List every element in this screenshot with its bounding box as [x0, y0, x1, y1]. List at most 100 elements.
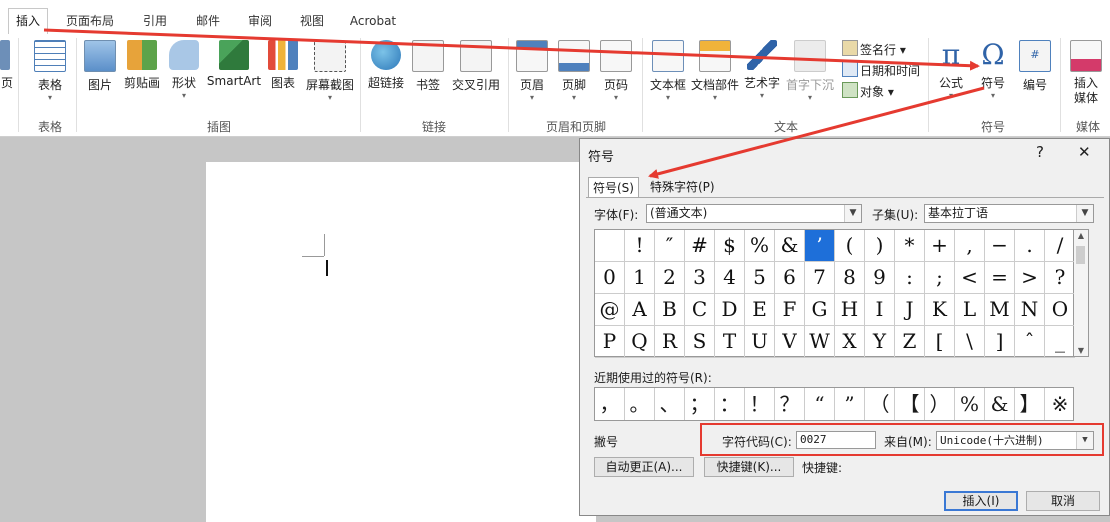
symbol-cell[interactable]: /: [1045, 230, 1075, 262]
symbol-cell[interactable]: [: [925, 326, 955, 358]
symbol-cell[interactable]: S: [685, 326, 715, 358]
date-time-button[interactable]: 日期和时间: [842, 61, 920, 81]
symbol-cell[interactable]: ,: [955, 230, 985, 262]
symbol-cell[interactable]: @: [595, 294, 625, 326]
symbol-cell[interactable]: >: [1015, 262, 1045, 294]
help-icon[interactable]: ?: [1036, 143, 1044, 161]
recent-symbol-cell[interactable]: %: [955, 388, 985, 420]
tab-view[interactable]: 视图: [292, 9, 332, 33]
picture-button[interactable]: 图片: [84, 40, 116, 93]
symbol-cell[interactable]: R: [655, 326, 685, 358]
symbol-cell[interactable]: &: [775, 230, 805, 262]
recent-symbol-cell[interactable]: ？: [775, 388, 805, 420]
symbol-cell[interactable]: X: [835, 326, 865, 358]
symbol-cell[interactable]: M: [985, 294, 1015, 326]
tab-references[interactable]: 引用: [135, 9, 175, 33]
symbol-cell[interactable]: 4: [715, 262, 745, 294]
symbol-cell[interactable]: 1: [625, 262, 655, 294]
insert-media-button[interactable]: 插入媒体: [1066, 40, 1106, 106]
recent-symbol-cell[interactable]: ；: [685, 388, 715, 420]
screenshot-button[interactable]: 屏幕截图 ▾: [304, 40, 356, 103]
chart-button[interactable]: 图表: [268, 40, 298, 91]
symbol-cell[interactable]: I: [865, 294, 895, 326]
recent-symbol-cell[interactable]: &: [985, 388, 1015, 420]
symbol-cell[interactable]: O: [1045, 294, 1075, 326]
clipart-button[interactable]: 剪贴画: [122, 40, 162, 91]
recent-symbol-cell[interactable]: ※: [1045, 388, 1075, 420]
symbol-cell[interactable]: :: [895, 262, 925, 294]
symbol-cell[interactable]: H: [835, 294, 865, 326]
scroll-thumb[interactable]: [1076, 246, 1085, 264]
numbering-button[interactable]: # 编号: [1018, 40, 1052, 93]
symbol-cell[interactable]: _: [1045, 326, 1075, 358]
symbol-cell[interactable]: A: [625, 294, 655, 326]
symbol-cell[interactable]: 2: [655, 262, 685, 294]
symbol-cell[interactable]: (: [835, 230, 865, 262]
symbol-cell[interactable]: *: [895, 230, 925, 262]
symbol-cell[interactable]: ): [865, 230, 895, 262]
recent-symbol-cell[interactable]: ”: [835, 388, 865, 420]
tab-acrobat[interactable]: Acrobat: [345, 9, 401, 33]
symbol-cell[interactable]: \: [955, 326, 985, 358]
subset-select[interactable]: 基本拉丁语 ▼: [924, 204, 1094, 223]
recent-symbol-cell[interactable]: ：: [715, 388, 745, 420]
tab-symbols[interactable]: 符号(S): [588, 177, 639, 198]
smartart-button[interactable]: SmartArt: [206, 40, 262, 88]
document-page[interactable]: [206, 162, 596, 522]
footer-button[interactable]: 页脚 ▾: [558, 40, 590, 103]
symbol-cell[interactable]: $: [715, 230, 745, 262]
font-select[interactable]: (普通文本) ▼: [646, 204, 862, 223]
symbol-cell[interactable]: Q: [625, 326, 655, 358]
symbol-cell[interactable]: 9: [865, 262, 895, 294]
symbol-cell[interactable]: ;: [925, 262, 955, 294]
shortcut-key-button[interactable]: 快捷键(K)...: [704, 457, 794, 477]
symbol-cell[interactable]: Y: [865, 326, 895, 358]
symbol-cell[interactable]: B: [655, 294, 685, 326]
symbol-cell[interactable]: L: [955, 294, 985, 326]
symbol-cell[interactable]: D: [715, 294, 745, 326]
object-button[interactable]: 对象 ▾: [842, 82, 894, 102]
symbol-cell[interactable]: G: [805, 294, 835, 326]
symbol-cell[interactable]: T: [715, 326, 745, 358]
symbol-cell[interactable]: +: [925, 230, 955, 262]
equation-button[interactable]: π 公式 ▾: [934, 40, 968, 101]
symbol-cell[interactable]: ]: [985, 326, 1015, 358]
symbol-cell[interactable]: Z: [895, 326, 925, 358]
symbol-cell[interactable]: J: [895, 294, 925, 326]
symbol-cell[interactable]: W: [805, 326, 835, 358]
signature-line-button[interactable]: 签名行 ▾: [842, 40, 906, 60]
wordart-button[interactable]: 艺术字 ▾: [742, 40, 782, 101]
page-button-partial[interactable]: 页: [0, 40, 14, 91]
recent-symbol-cell[interactable]: ）: [925, 388, 955, 420]
recent-symbol-cell[interactable]: ！: [745, 388, 775, 420]
symbol-cell[interactable]: .: [1015, 230, 1045, 262]
close-icon[interactable]: ✕: [1078, 143, 1091, 161]
symbol-button[interactable]: Ω 符号 ▾: [976, 40, 1010, 101]
tab-page-layout[interactable]: 页面布局: [60, 9, 120, 33]
symbol-cell[interactable]: [595, 230, 625, 262]
textbox-button[interactable]: 文本框 ▾: [648, 40, 688, 103]
shapes-button[interactable]: 形状 ▾: [168, 40, 200, 101]
table-button[interactable]: 表格 ▾: [30, 40, 70, 103]
recent-symbol-cell[interactable]: 】: [1015, 388, 1045, 420]
symbol-cell[interactable]: !: [625, 230, 655, 262]
symbol-cell[interactable]: C: [685, 294, 715, 326]
recent-symbol-cell[interactable]: 【: [895, 388, 925, 420]
hyperlink-button[interactable]: 超链接: [366, 40, 406, 91]
symbol-cell[interactable]: N: [1015, 294, 1045, 326]
symbol-cell[interactable]: 6: [775, 262, 805, 294]
recent-symbol-cell[interactable]: ，: [595, 388, 625, 420]
symbol-cell[interactable]: %: [745, 230, 775, 262]
symbol-cell[interactable]: E: [745, 294, 775, 326]
header-button[interactable]: 页眉 ▾: [516, 40, 548, 103]
symbol-cell[interactable]: ˆ: [1015, 326, 1045, 358]
symbol-cell[interactable]: F: [775, 294, 805, 326]
symbol-cell[interactable]: ?: [1045, 262, 1075, 294]
cross-reference-button[interactable]: 交叉引用: [450, 40, 502, 93]
tab-mailings[interactable]: 邮件: [188, 9, 228, 33]
tab-insert[interactable]: 插入: [8, 8, 48, 35]
scroll-up-icon[interactable]: ▲: [1074, 231, 1088, 240]
symbol-cell[interactable]: U: [745, 326, 775, 358]
symbol-cell[interactable]: ’: [805, 230, 835, 262]
page-number-button[interactable]: 页码 ▾: [600, 40, 632, 103]
